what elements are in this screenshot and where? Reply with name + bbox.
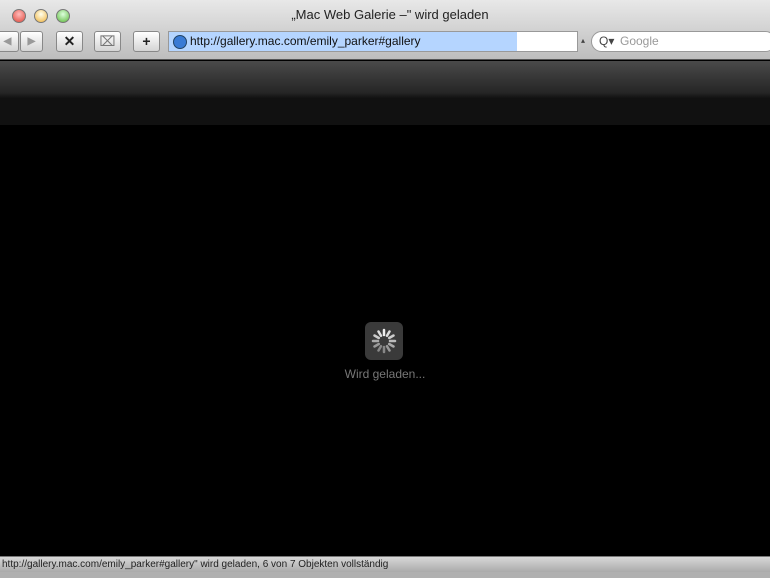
loading-text: Wird geladen... [344, 367, 426, 381]
address-field[interactable]: http://gallery.mac.com/emily_parker#gall… [168, 31, 578, 52]
spinner-icon [365, 322, 403, 360]
window-bottom [0, 572, 770, 578]
status-bar: http://gallery.mac.com/emily_parker#gall… [0, 556, 770, 572]
browser-chrome: „Mac Web Galerie –" wird geladen ◀ ▶ ✕ ⌧… [0, 0, 770, 60]
stop-button[interactable]: ✕ [56, 31, 83, 52]
add-bookmark-button[interactable]: + [133, 31, 160, 52]
url-text: http://gallery.mac.com/emily_parker#gall… [190, 34, 421, 48]
url-dropdown-icon[interactable]: ▴ [581, 36, 585, 45]
window-title: „Mac Web Galerie –" wird geladen [291, 7, 489, 22]
globe-icon [173, 35, 187, 49]
search-placeholder: Google [620, 34, 659, 48]
back-button[interactable]: ◀ [0, 31, 19, 52]
gallery-header [0, 61, 770, 125]
forward-button[interactable]: ▶ [20, 31, 43, 52]
search-icon: Q▾ [599, 34, 615, 48]
search-field[interactable]: Q▾ Google [591, 31, 770, 52]
snapback-button[interactable]: ⌧ [94, 31, 121, 52]
